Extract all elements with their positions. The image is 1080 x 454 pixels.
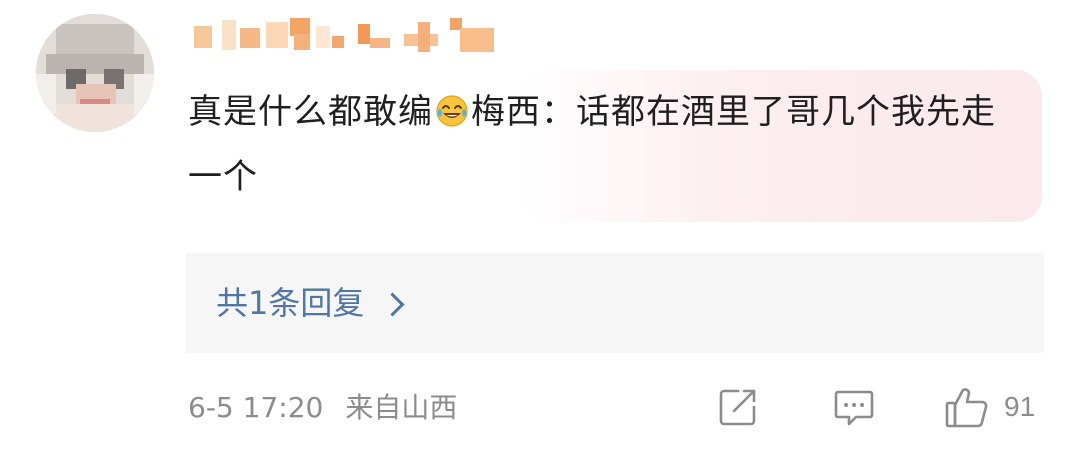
share-button[interactable]: [716, 384, 760, 430]
view-replies-label[interactable]: 共1条回复: [216, 283, 364, 323]
like-count: 91: [1004, 391, 1036, 422]
avatar[interactable]: [36, 14, 154, 132]
reply-box[interactable]: 共1条回复: [186, 253, 1044, 353]
thumbs-up-icon: [945, 388, 988, 428]
comment-card: 真是什么都敢编 梅西：话都在酒里了哥几个我先走一个 共1条回复 6-5 17:2…: [0, 0, 1080, 454]
comment-button[interactable]: [832, 384, 876, 430]
view-replies-link[interactable]: 共1条回复: [216, 283, 405, 323]
share-icon: [719, 389, 756, 426]
like-button[interactable]: 91: [944, 384, 1035, 430]
comment-icon: [834, 390, 874, 426]
username-redacted[interactable]: [190, 14, 520, 54]
laughing-crying-emoji-icon: [436, 95, 468, 127]
timestamp: 6-5 17:20: [188, 391, 324, 424]
location: 来自山西: [345, 391, 458, 424]
comment-meta: 6-5 17:20 来自山西: [188, 388, 457, 428]
chevron-right-icon: [380, 291, 405, 317]
comment-text-part1: 真是什么都敢编: [188, 92, 433, 132]
comment-text: 真是什么都敢编 梅西：话都在酒里了哥几个我先走一个: [188, 80, 1018, 210]
